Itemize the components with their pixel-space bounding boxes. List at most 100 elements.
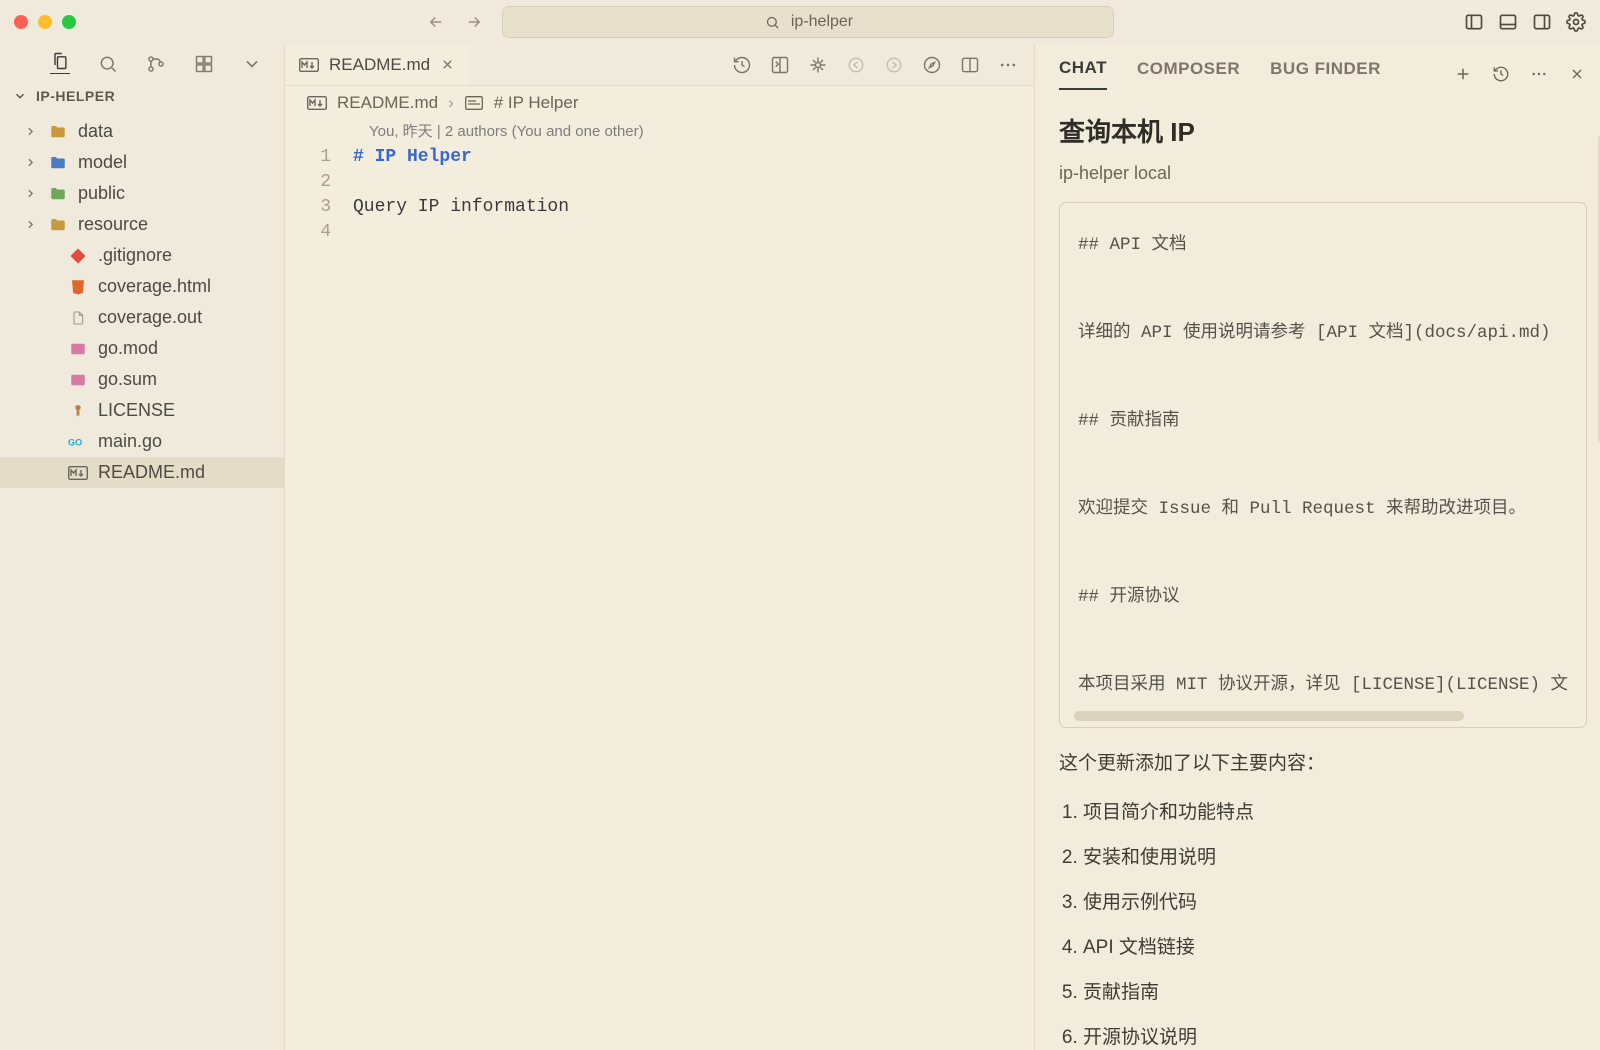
more-actions-icon[interactable]: [998, 55, 1018, 75]
editor: README.md README.md › # IP Helper: [285, 44, 1035, 1050]
chat-title: 查询本机 IP: [1059, 112, 1587, 149]
chat-more-icon[interactable]: [1529, 64, 1549, 84]
extensions-tab-icon[interactable]: [194, 54, 214, 74]
explorer-title-label: IP-HELPER: [36, 88, 115, 104]
run-prev-icon[interactable]: [846, 55, 866, 75]
chat-tab-composer[interactable]: COMPOSER: [1137, 59, 1240, 89]
folder-icon: [48, 123, 68, 141]
breadcrumb[interactable]: README.md › # IP Helper: [285, 86, 1034, 120]
tree-item-label: go.sum: [98, 369, 157, 390]
text-icon: [464, 93, 484, 113]
chevron-right-icon: [24, 156, 38, 169]
explorer-section-header[interactable]: IP-HELPER: [0, 80, 284, 112]
breadcrumb-file: README.md: [337, 93, 438, 113]
list-item: 开源协议说明: [1083, 1022, 1587, 1049]
source-control-tab-icon[interactable]: [146, 54, 166, 74]
mod-icon: [68, 340, 88, 358]
window-controls: [14, 15, 76, 29]
nav-forward-button[interactable]: [464, 12, 484, 32]
diff-icon[interactable]: [808, 55, 828, 75]
tab-close-button[interactable]: [440, 57, 455, 72]
search-icon: [763, 12, 783, 32]
new-chat-icon[interactable]: [1453, 64, 1473, 84]
close-window-button[interactable]: [14, 15, 28, 29]
list-item: API 文档链接: [1083, 932, 1587, 959]
settings-gear-icon[interactable]: [1566, 12, 1586, 32]
tree-item[interactable]: public: [0, 178, 284, 209]
chevron-right-icon: [24, 125, 38, 138]
html-icon: [68, 278, 88, 296]
code-area[interactable]: 1# IP Helper 2 3Query IP information 4: [285, 145, 1034, 245]
tree-item[interactable]: go.mod: [0, 333, 284, 364]
tree-item[interactable]: coverage.html: [0, 271, 284, 302]
more-views-icon[interactable]: [242, 54, 262, 74]
tree-item-label: coverage.out: [98, 307, 202, 328]
list-item: 贡献指南: [1083, 977, 1587, 1004]
file-tree: data model public resource .gitignore coverag…: [0, 112, 284, 488]
tree-item[interactable]: resource: [0, 209, 284, 240]
tree-item[interactable]: model: [0, 147, 284, 178]
tree-item[interactable]: .gitignore: [0, 240, 284, 271]
code-line: Query IP information: [353, 197, 569, 217]
breadcrumb-symbol: # IP Helper: [494, 93, 579, 113]
git-icon: [68, 247, 88, 265]
tree-item-label: .gitignore: [98, 245, 172, 266]
horizontal-scrollbar[interactable]: [1074, 711, 1464, 721]
tree-item-label: README.md: [98, 462, 205, 483]
layout-panel-bottom-icon[interactable]: [1498, 12, 1518, 32]
tree-item[interactable]: data: [0, 116, 284, 147]
chat-close-icon[interactable]: [1567, 64, 1587, 84]
tree-item[interactable]: README.md: [0, 457, 284, 488]
timeline-icon[interactable]: [732, 55, 752, 75]
maximize-window-button[interactable]: [62, 15, 76, 29]
chat-tab-bugfinder[interactable]: BUG FINDER: [1270, 59, 1381, 89]
chat-summary-list: 项目简介和功能特点安装和使用说明使用示例代码 API 文档链接贡献指南开源协议说明: [1059, 797, 1587, 1049]
history-icon[interactable]: [1491, 64, 1511, 84]
editor-tab-readme[interactable]: README.md: [285, 44, 469, 85]
chat-code-block: ## API 文档 详细的 API 使用说明请参考 [API 文档](docs/…: [1059, 202, 1587, 728]
tree-item[interactable]: GO main.go: [0, 426, 284, 457]
chat-context-pill[interactable]: ip-helper local: [1059, 163, 1587, 184]
tree-item-label: LICENSE: [98, 400, 175, 421]
chevron-right-icon: [24, 218, 38, 231]
minimize-window-button[interactable]: [38, 15, 52, 29]
file-icon: [68, 309, 88, 327]
folder-icon: [48, 185, 68, 203]
list-item: 项目简介和功能特点: [1083, 797, 1587, 824]
markdown-icon: [299, 55, 319, 75]
svg-text:GO: GO: [68, 437, 82, 447]
tree-item-label: data: [78, 121, 113, 142]
explorer-tab-icon[interactable]: [50, 54, 70, 74]
mod-icon: [68, 371, 88, 389]
split-editor-icon[interactable]: [960, 55, 980, 75]
search-tab-icon[interactable]: [98, 54, 118, 74]
command-center-search[interactable]: ip-helper: [502, 6, 1114, 38]
lic-icon: [68, 402, 88, 420]
chevron-right-icon: [24, 187, 38, 200]
tree-item[interactable]: coverage.out: [0, 302, 284, 333]
breadcrumb-separator: ›: [448, 93, 454, 113]
tree-item[interactable]: LICENSE: [0, 395, 284, 426]
tree-item-label: resource: [78, 214, 148, 235]
nav-back-button[interactable]: [426, 12, 446, 32]
md-icon: [68, 466, 88, 480]
list-item: 使用示例代码: [1083, 887, 1587, 914]
layout-sidebar-left-icon[interactable]: [1464, 12, 1484, 32]
editor-tabs: README.md: [285, 44, 1034, 86]
layout-sidebar-right-icon[interactable]: [1532, 12, 1552, 32]
compass-icon[interactable]: [922, 55, 942, 75]
chat-panel-tabs: CHAT COMPOSER BUG FINDER: [1035, 44, 1600, 90]
tab-label: README.md: [329, 55, 430, 75]
folder-icon: [48, 216, 68, 234]
run-next-icon[interactable]: [884, 55, 904, 75]
tree-item[interactable]: go.sum: [0, 364, 284, 395]
list-item: 安装和使用说明: [1083, 842, 1587, 869]
go-icon: GO: [68, 435, 88, 449]
tree-item-label: public: [78, 183, 125, 204]
sidebar: IP-HELPER data model public resource .gitign…: [0, 44, 285, 1050]
open-preview-icon[interactable]: [770, 55, 790, 75]
chat-tab-chat[interactable]: CHAT: [1059, 58, 1107, 90]
search-text: ip-helper: [791, 13, 853, 31]
git-blame-annotation: You, 昨天 | 2 authors (You and one other): [285, 120, 1034, 145]
tree-item-label: main.go: [98, 431, 162, 452]
